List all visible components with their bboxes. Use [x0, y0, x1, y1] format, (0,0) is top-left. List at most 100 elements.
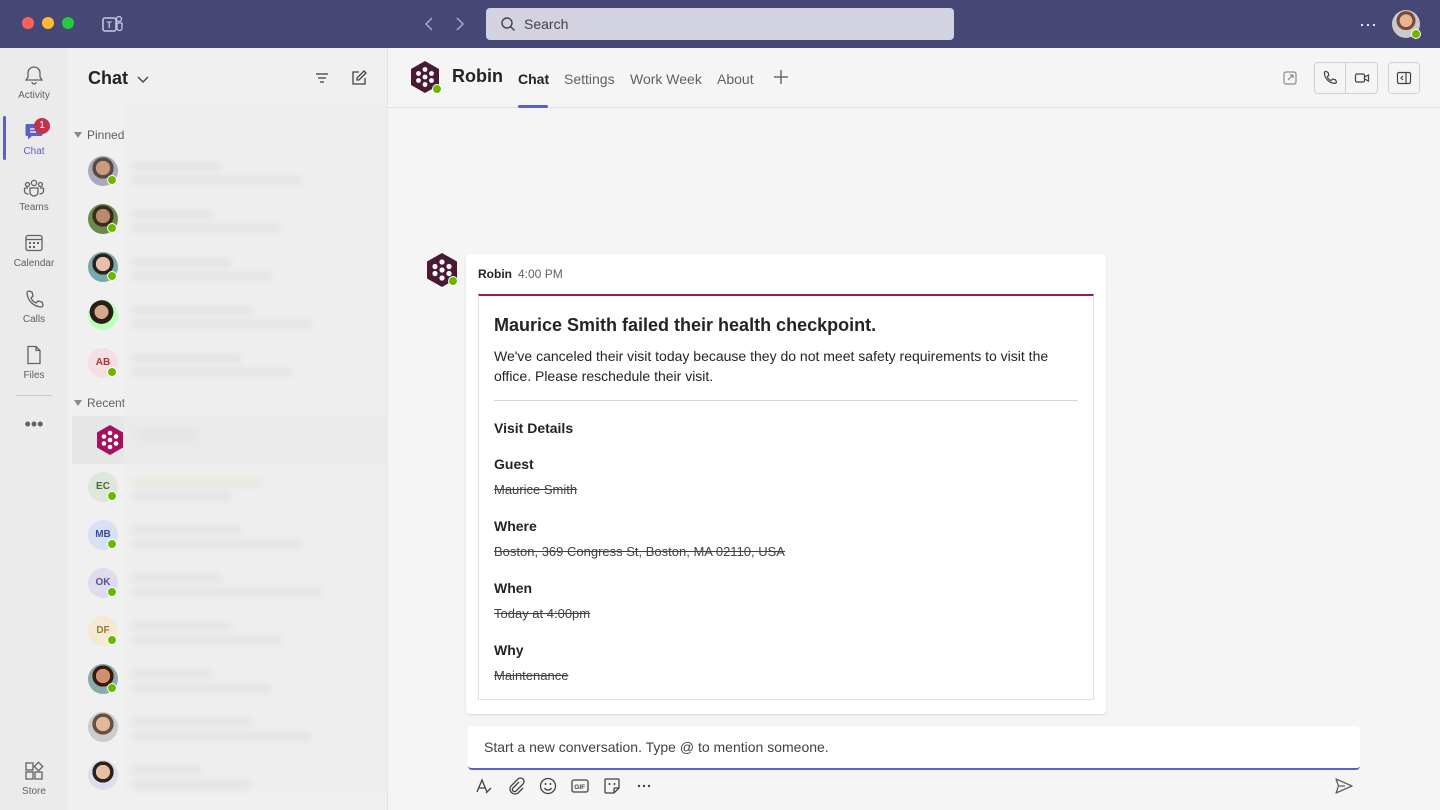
more-options-icon[interactable]	[634, 776, 654, 796]
avatar-initials: EC	[96, 481, 110, 492]
svg-text:T: T	[107, 20, 113, 30]
close-window-button[interactable]	[22, 17, 34, 29]
card-description: We've canceled their visit today because…	[494, 348, 1049, 384]
avatar	[88, 664, 118, 694]
rail-item-calendar[interactable]: Calendar	[0, 226, 68, 278]
sticker-icon[interactable]	[602, 776, 622, 796]
search-icon	[501, 17, 515, 31]
section-label: Pinned	[87, 128, 125, 142]
section-label: Recent	[87, 396, 126, 410]
maximize-window-button[interactable]	[62, 17, 74, 29]
more-apps-button[interactable]: •••	[0, 414, 68, 435]
minimize-window-button[interactable]	[42, 17, 54, 29]
gif-icon[interactable]: GIF	[570, 776, 590, 796]
calendar-icon	[25, 234, 43, 252]
tab-work-week[interactable]: Work Week	[630, 71, 702, 87]
back-arrow-icon[interactable]	[420, 14, 440, 34]
presence-available-icon	[432, 84, 442, 94]
attach-icon[interactable]	[506, 776, 526, 796]
presence-available-icon	[107, 223, 117, 233]
chat-title: Robin	[452, 66, 503, 86]
presence-available-icon	[107, 683, 117, 693]
avatar-initials: DF	[96, 625, 110, 636]
avatar	[88, 760, 118, 790]
collapse-triangle-icon	[74, 400, 82, 406]
avatar: OK	[88, 568, 118, 598]
rail-item-files[interactable]: Files	[0, 338, 68, 390]
message-sender: Robin	[478, 267, 512, 281]
rail-item-label: Files	[23, 370, 45, 381]
rail-item-label: Store	[22, 786, 46, 797]
avatar	[88, 300, 118, 330]
avatar	[88, 156, 118, 186]
audio-call-button[interactable]	[1314, 62, 1346, 94]
avatar: AB	[88, 348, 118, 378]
avatar	[88, 252, 118, 282]
video-call-button[interactable]	[1346, 62, 1378, 94]
avatar	[88, 204, 118, 234]
unread-badge: 1	[34, 118, 50, 134]
tab-settings[interactable]: Settings	[564, 71, 615, 87]
message-timestamp: 4:00 PM	[518, 267, 563, 281]
profile-avatar[interactable]	[1392, 10, 1421, 39]
presence-available-icon	[1411, 29, 1421, 39]
new-chat-icon[interactable]	[350, 69, 368, 87]
rail-item-chat[interactable]: Chat 1	[0, 114, 68, 166]
rail-item-calls[interactable]: Calls	[0, 282, 68, 334]
send-icon[interactable]	[1334, 776, 1354, 796]
pop-out-icon[interactable]	[1282, 70, 1298, 86]
rail-item-label: Calls	[22, 314, 46, 325]
privacy-blur-overlay	[124, 106, 388, 790]
active-tab-indicator	[518, 105, 548, 108]
svg-text:GIF: GIF	[574, 784, 585, 791]
filter-icon[interactable]	[314, 70, 330, 86]
teams-icon	[23, 179, 45, 197]
pinned-section-header[interactable]: Pinned	[74, 128, 124, 142]
app-rail: Activity Chat 1 Teams Calendar Calls Fil…	[0, 48, 68, 810]
rail-item-teams[interactable]: Teams	[0, 170, 68, 222]
format-icon[interactable]	[474, 776, 494, 796]
rail-item-activity[interactable]: Activity	[0, 58, 68, 110]
chat-header: Robin Chat Settings Work Week About	[388, 48, 1440, 108]
forward-arrow-icon[interactable]	[449, 14, 469, 34]
compose-box[interactable]	[468, 726, 1360, 770]
settings-more-button[interactable]: ···	[1356, 14, 1380, 34]
rail-item-label: Chat	[23, 146, 45, 157]
open-details-button[interactable]	[1388, 62, 1420, 94]
recent-section-header[interactable]: Recent	[74, 396, 125, 410]
message-input[interactable]	[468, 726, 1360, 768]
message-bubble[interactable]: Robin 4:00 PM Maurice Smith failed their …	[466, 254, 1106, 714]
avatar-initials: MB	[95, 529, 111, 540]
guest-value: Maurice Smith	[494, 482, 578, 497]
title-bar: T Search ···	[0, 0, 1440, 48]
presence-available-icon	[107, 175, 117, 185]
presence-available-icon	[448, 276, 458, 286]
visit-details-heading: Visit Details	[494, 420, 574, 436]
tab-about[interactable]: About	[717, 71, 754, 87]
search-box[interactable]: Search	[486, 8, 954, 40]
file-icon	[27, 345, 41, 365]
rail-item-label: Activity	[18, 90, 50, 101]
phone-icon	[26, 290, 44, 308]
rail-item-label: Calendar	[13, 258, 55, 269]
teams-logo-icon: T	[102, 15, 123, 32]
avatar: EC	[88, 472, 118, 502]
adaptive-card: Maurice Smith failed their health checkp…	[478, 294, 1094, 700]
bell-icon	[24, 66, 44, 85]
rail-item-store[interactable]: Store	[0, 754, 68, 806]
presence-available-icon	[107, 587, 117, 597]
collapse-triangle-icon	[74, 132, 82, 138]
tab-chat[interactable]: Chat	[518, 71, 549, 87]
card-divider	[494, 400, 1078, 401]
chat-list-title[interactable]: Chat	[88, 68, 128, 89]
emoji-icon[interactable]	[538, 776, 558, 796]
chevron-down-icon[interactable]	[136, 72, 150, 86]
presence-available-icon	[107, 635, 117, 645]
phone-icon	[1323, 70, 1338, 85]
presence-available-icon	[107, 367, 117, 377]
where-value: Boston, 369 Congress St, Boston, MA 0211…	[494, 544, 785, 559]
when-label: When	[494, 580, 533, 596]
presence-available-icon	[107, 491, 117, 501]
add-tab-icon[interactable]	[772, 68, 790, 86]
search-placeholder: Search	[524, 16, 569, 32]
